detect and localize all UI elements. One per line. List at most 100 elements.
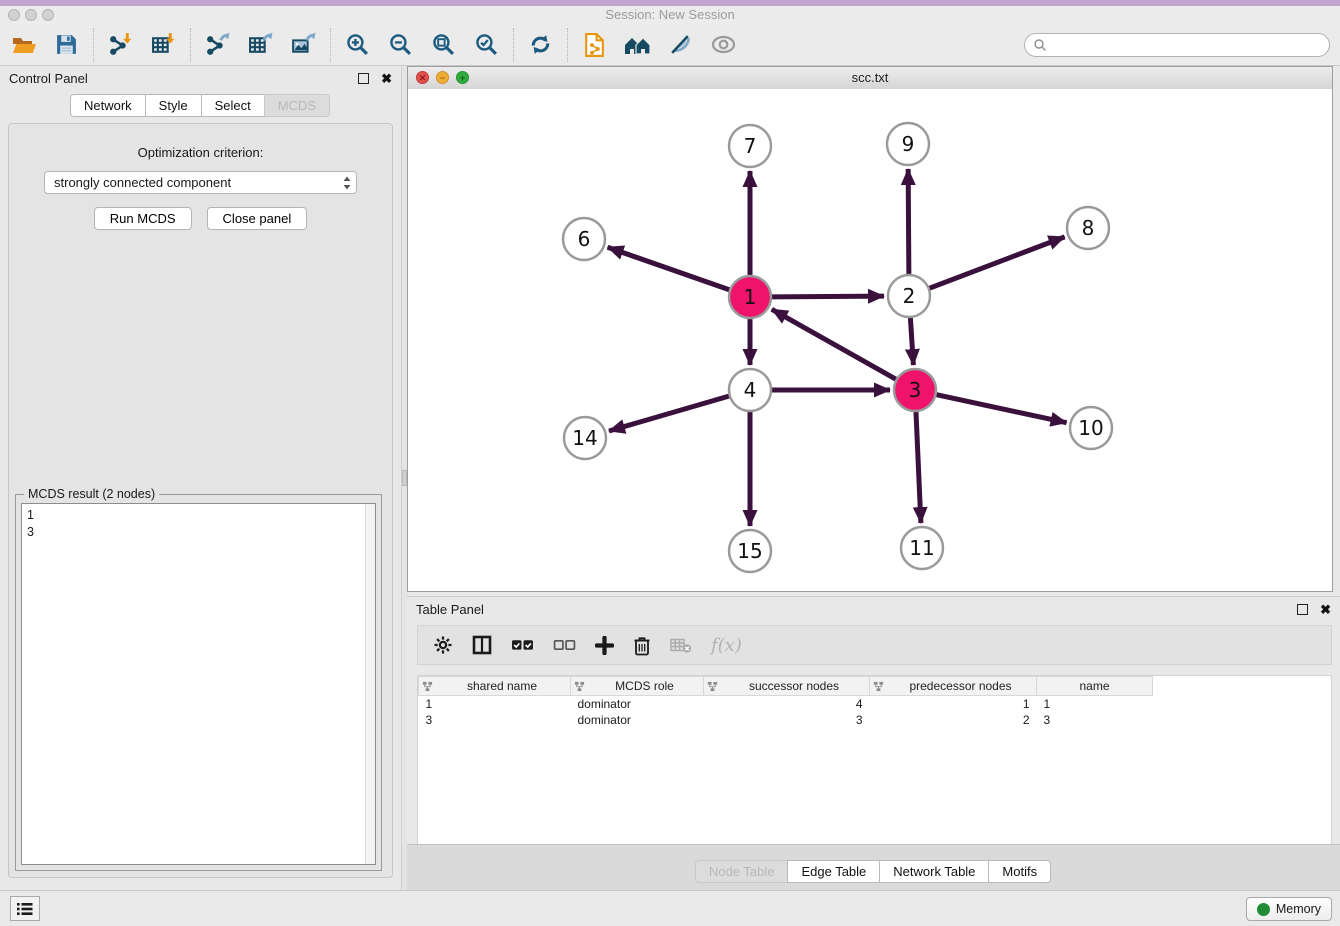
table-cell[interactable]: 3 (704, 712, 870, 728)
node-label-8: 8 (1082, 216, 1095, 240)
home-layout-button[interactable] (616, 26, 659, 64)
export-network-button[interactable] (196, 26, 239, 64)
run-mcds-button[interactable]: Run MCDS (94, 207, 192, 230)
tab-select[interactable]: Select (201, 94, 265, 117)
table-cell[interactable]: 1 (419, 696, 571, 713)
export-table-button[interactable] (239, 26, 282, 64)
network-minimize-button[interactable]: − (436, 71, 449, 84)
zoom-in-button[interactable] (336, 26, 379, 64)
network-window-titlebar[interactable]: ✕ − + scc.txt (408, 67, 1332, 90)
network-close-button[interactable]: ✕ (416, 71, 429, 84)
control-panel: Control Panel ✖ NetworkStyleSelectMCDS O… (0, 66, 401, 890)
table-panel: Table Panel ✖ f(x) shared nameMCDS roles… (407, 596, 1340, 890)
search-icon (1033, 38, 1047, 52)
memory-button[interactable]: Memory (1246, 897, 1332, 921)
table-row[interactable]: 1dominator411 (419, 696, 1153, 713)
minimize-window-dot[interactable] (25, 9, 37, 21)
edge-1-6[interactable] (608, 247, 730, 289)
memory-status-icon (1257, 903, 1270, 916)
network-zoom-button[interactable]: + (456, 71, 469, 84)
table-cell[interactable]: 3 (419, 712, 571, 728)
tab-node-table[interactable]: Node Table (695, 860, 789, 883)
result-line: 3 (27, 524, 370, 541)
edge-2-3[interactable] (910, 318, 913, 365)
table-cell[interactable]: 2 (870, 712, 1037, 728)
search-input[interactable] (1053, 37, 1321, 53)
session-title: Session: New Session (605, 7, 734, 22)
table-cell[interactable]: dominator (571, 696, 704, 713)
table-cell[interactable]: 4 (704, 696, 870, 713)
main-titlebar: Session: New Session (0, 6, 1340, 24)
column-header-successor-nodes[interactable]: successor nodes (704, 677, 870, 696)
show-graphics-icon (710, 35, 737, 54)
export-image-button[interactable] (282, 26, 325, 64)
column-header-predecessor-nodes[interactable]: predecessor nodes (870, 677, 1037, 696)
table-cell[interactable]: 3 (1037, 712, 1153, 728)
network-canvas[interactable]: 7968124314101511 (408, 89, 1332, 591)
network-from-file-icon (582, 32, 607, 58)
table-cell[interactable]: 1 (870, 696, 1037, 713)
control-panel-title: Control Panel (9, 71, 88, 86)
tab-edge-table[interactable]: Edge Table (787, 860, 880, 883)
save-session-button[interactable] (45, 26, 88, 64)
add-row-button[interactable] (595, 636, 614, 655)
float-table-panel-button[interactable] (1297, 604, 1308, 615)
zoom-out-button[interactable] (379, 26, 422, 64)
result-scrollbar[interactable] (365, 504, 375, 864)
float-panel-button[interactable] (358, 73, 369, 84)
control-panel-header: Control Panel ✖ (0, 66, 401, 90)
tab-motifs[interactable]: Motifs (988, 860, 1051, 883)
column-layout-button[interactable] (472, 635, 492, 655)
edge-3-11[interactable] (916, 412, 921, 523)
tab-mcds[interactable]: MCDS (264, 94, 330, 117)
zoom-selected-icon (474, 32, 499, 57)
edge-1-2[interactable] (772, 296, 884, 297)
hide-labels-button[interactable] (659, 26, 702, 64)
search-box[interactable] (1024, 33, 1330, 57)
hide-labels-icon (668, 32, 693, 57)
column-type-icon (873, 681, 884, 692)
import-network-button[interactable] (99, 26, 142, 64)
edge-2-8[interactable] (930, 237, 1065, 288)
close-window-dot[interactable] (8, 9, 20, 21)
zoom-window-dot[interactable] (42, 9, 54, 21)
window-controls[interactable] (8, 9, 54, 21)
close-table-panel-icon[interactable]: ✖ (1320, 603, 1331, 616)
zoom-fit-button[interactable] (422, 26, 465, 64)
edge-4-14[interactable] (609, 396, 729, 431)
column-header-shared-name[interactable]: shared name (419, 677, 571, 696)
task-history-button[interactable] (10, 896, 40, 921)
tab-network-table[interactable]: Network Table (879, 860, 989, 883)
select-all-rows-button[interactable] (511, 638, 534, 653)
control-panel-tabs: NetworkStyleSelectMCDS (0, 94, 401, 117)
column-type-icon (707, 681, 718, 692)
deselect-all-rows-button[interactable] (553, 638, 576, 653)
tab-style[interactable]: Style (145, 94, 202, 117)
edge-3-10[interactable] (937, 395, 1067, 423)
delete-row-button[interactable] (633, 635, 651, 656)
show-graphics-button[interactable] (702, 26, 745, 64)
tab-network[interactable]: Network (70, 94, 146, 117)
table-settings-icon (433, 635, 453, 655)
import-table-button[interactable] (142, 26, 185, 64)
column-label: MCDS role (589, 679, 700, 693)
table-settings-button[interactable] (433, 635, 453, 655)
zoom-out-icon (388, 32, 413, 57)
column-header-name[interactable]: name (1037, 677, 1153, 696)
mcds-result-text[interactable]: 13 (21, 503, 376, 865)
table-row[interactable]: 3dominator323 (419, 712, 1153, 728)
open-session-button[interactable] (2, 26, 45, 64)
network-view-window: ✕ − + scc.txt 7968124314101511 (407, 66, 1333, 592)
network-from-file-button[interactable] (573, 26, 616, 64)
table-cell[interactable]: 1 (1037, 696, 1153, 713)
refresh-layout-button[interactable] (519, 26, 562, 64)
edge-3-1[interactable] (772, 309, 896, 379)
column-header-MCDS-role[interactable]: MCDS role (571, 677, 704, 696)
table-cell[interactable]: dominator (571, 712, 704, 728)
export-image-icon (291, 32, 316, 57)
close-panel-button[interactable]: Close panel (207, 207, 308, 230)
edge-2-9[interactable] (908, 169, 909, 274)
optimization-dropdown[interactable]: strongly connected component (44, 171, 357, 194)
zoom-selected-button[interactable] (465, 26, 508, 64)
close-panel-icon[interactable]: ✖ (381, 72, 392, 85)
